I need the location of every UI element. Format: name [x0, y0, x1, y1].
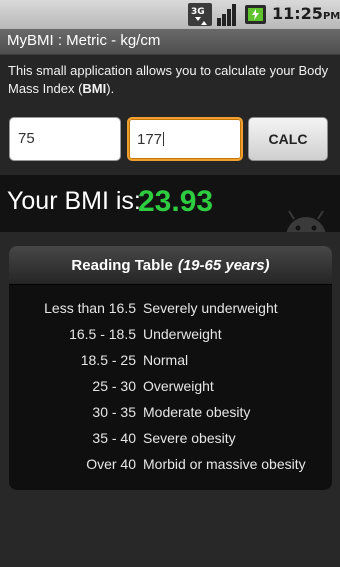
intro-text: This small application allows you to cal…	[8, 62, 333, 98]
result-label: Your BMI is:	[7, 187, 141, 215]
reading-table-rows: Less than 16.5 Severely underweight 16.5…	[9, 298, 332, 480]
calc-button[interactable]: CALC	[248, 117, 328, 161]
table-row: 25 - 30 Overweight	[9, 376, 332, 402]
app-title: MyBMI : Metric - kg/cm	[7, 32, 161, 49]
clock: 11:25PM	[272, 4, 340, 23]
bmi-range: 30 - 35	[92, 404, 136, 420]
table-row: 30 - 35 Moderate obesity	[9, 402, 332, 428]
reading-table-subtitle: (19-65 years)	[177, 256, 270, 274]
bmi-range: 16.5 - 18.5	[69, 326, 136, 342]
intro-text-start: This small application allows you to cal…	[8, 63, 329, 96]
calc-button-label: CALC	[268, 131, 308, 147]
bmi-range: 35 - 40	[92, 430, 136, 446]
intro-text-bold: BMI	[82, 81, 107, 96]
bmi-category: Underweight	[143, 326, 222, 342]
bmi-range: 18.5 - 25	[80, 352, 136, 368]
text-cursor	[163, 132, 165, 146]
clock-ampm: PM	[322, 11, 340, 22]
bmi-category: Severely underweight	[143, 300, 278, 316]
intro-text-end: ).	[106, 81, 115, 96]
table-row: 18.5 - 25 Normal	[9, 350, 332, 376]
bmi-category: Morbid or massive obesity	[143, 456, 306, 472]
bmi-range: Less than 16.5	[44, 300, 136, 316]
bmi-range: Over 40	[86, 456, 136, 472]
table-row: Over 40 Morbid or massive obesity	[9, 454, 332, 480]
table-row: 35 - 40 Severe obesity	[9, 428, 332, 454]
bmi-range: 25 - 30	[92, 378, 136, 394]
weight-input[interactable]: 75	[9, 117, 121, 161]
signal-bars-icon	[217, 4, 236, 26]
3g-data-icon: 3G	[188, 3, 212, 26]
reading-table-header: Reading Table (19-65 years)	[9, 246, 332, 285]
bmi-category: Severe obesity	[143, 430, 236, 446]
status-bar: 3G 11:25PM	[0, 0, 340, 29]
bmi-category: Normal	[143, 352, 189, 368]
bmi-category: Overweight	[143, 378, 214, 394]
bmi-category: Moderate obesity	[143, 404, 251, 420]
height-value: 177	[137, 131, 163, 148]
svg-text:3G: 3G	[191, 7, 205, 17]
reading-table-title: Reading Table	[71, 256, 173, 274]
result-panel: Your BMI is: 23.93	[0, 175, 340, 232]
android-robot-icon	[286, 210, 326, 232]
battery-charging-icon	[245, 5, 266, 24]
height-input[interactable]: 177	[127, 117, 243, 161]
clock-time: 11:25	[272, 4, 323, 23]
app-title-bar: MyBMI : Metric - kg/cm	[0, 29, 340, 55]
table-row: Less than 16.5 Severely underweight	[9, 298, 332, 324]
bmi-value: 23.93	[138, 185, 214, 218]
table-row: 16.5 - 18.5 Underweight	[9, 324, 332, 350]
reading-table: Reading Table (19-65 years) Less than 16…	[9, 246, 332, 490]
weight-value: 75	[18, 130, 35, 147]
